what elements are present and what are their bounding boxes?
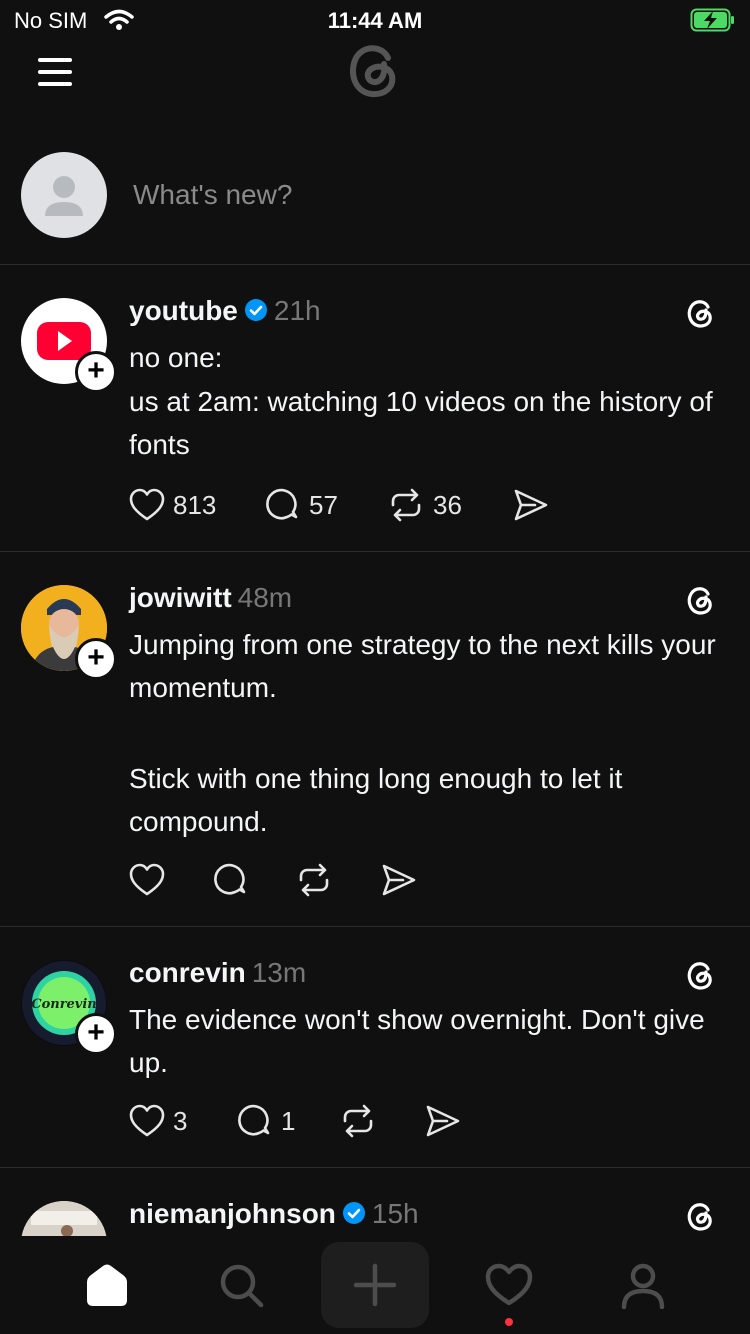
composer[interactable]: What's new? [0,152,750,265]
username[interactable]: youtube [129,295,238,326]
menu-icon[interactable] [36,52,76,92]
username[interactable]: niemanjohnson [129,1198,336,1229]
like-button[interactable]: 813 [129,485,216,525]
post-text: The evidence won't show overnight. Don't… [129,1004,705,1078]
reply-count: 1 [281,1105,296,1136]
post-body: Jumping from one strategy to the next ki… [129,623,729,843]
verified-icon [342,1200,366,1232]
threads-icon [682,957,718,993]
threads-logo-icon[interactable] [338,34,410,106]
notification-dot [505,1318,513,1326]
like-button[interactable]: 3 [129,1101,187,1141]
clock: 11:44 AM [327,8,423,33]
post-time: 13m [251,957,307,988]
like-button[interactable] [129,860,165,900]
reply-button[interactable]: 57 [265,485,338,525]
post-header: conrevin 13m [129,957,306,989]
post-text: Stick with one thing long enough to let … [129,763,623,837]
post-time: 48m [237,582,293,613]
top-bar [0,40,750,130]
post-body: no one: us at 2am: watching 10 videos on… [129,336,729,466]
home-icon[interactable] [53,1242,161,1328]
username[interactable]: jowiwitt [129,582,232,613]
post-header: jowiwitt 48m [129,582,292,614]
like-count: 3 [173,1105,188,1136]
own-avatar[interactable] [21,152,107,238]
repost-button[interactable] [339,1101,377,1141]
post-body: The evidence won't show overnight. Don't… [129,998,729,1084]
post-time: 15h [371,1198,419,1229]
post-header: niemanjohnson 15h [129,1198,419,1232]
reply-button[interactable] [213,860,249,900]
post-jowiwitt[interactable]: + jowiwitt 48m Jumping from one strategy … [0,552,750,927]
verified-icon [244,297,268,329]
battery-charging-icon [690,8,736,38]
follow-button[interactable]: + [75,1013,117,1055]
post-header: youtube 21h [129,295,321,329]
search-icon[interactable] [187,1242,295,1328]
post-niemanjohnson[interactable]: niemanjohnson 15h [0,1168,750,1236]
reply-count: 57 [309,489,338,520]
follow-button[interactable]: + [75,638,117,680]
share-button[interactable] [381,860,417,900]
follow-button[interactable]: + [75,351,117,393]
threads-icon [682,295,718,331]
avatar[interactable] [21,1201,107,1236]
activity-icon[interactable] [455,1242,563,1328]
composer-placeholder[interactable]: What's new? [133,179,292,211]
post-conrevin[interactable]: Conrevin + conrevin 13m The evidence won'… [0,927,750,1168]
post-text: Jumping from one strategy to the next ki… [129,629,716,703]
username[interactable]: conrevin [129,957,246,988]
repost-button[interactable] [295,860,333,900]
share-button[interactable] [425,1101,461,1141]
create-icon[interactable] [321,1242,429,1328]
share-button[interactable] [513,485,549,525]
repost-count: 36 [433,489,462,520]
tab-bar [0,1236,750,1334]
post-text: no one: [129,342,223,373]
post-youtube[interactable]: + youtube 21h no one: us at 2am: watchin… [0,265,750,552]
post-text: us at 2am: watching 10 videos on the his… [129,386,713,460]
reply-button[interactable]: 1 [237,1101,295,1141]
like-count: 813 [173,489,217,520]
avatar-text: Conrevin [31,997,97,1012]
repost-button[interactable]: 36 [387,485,462,525]
threads-icon [682,582,718,618]
profile-icon[interactable] [589,1242,697,1328]
post-time: 21h [273,295,321,326]
threads-icon [682,1198,718,1234]
